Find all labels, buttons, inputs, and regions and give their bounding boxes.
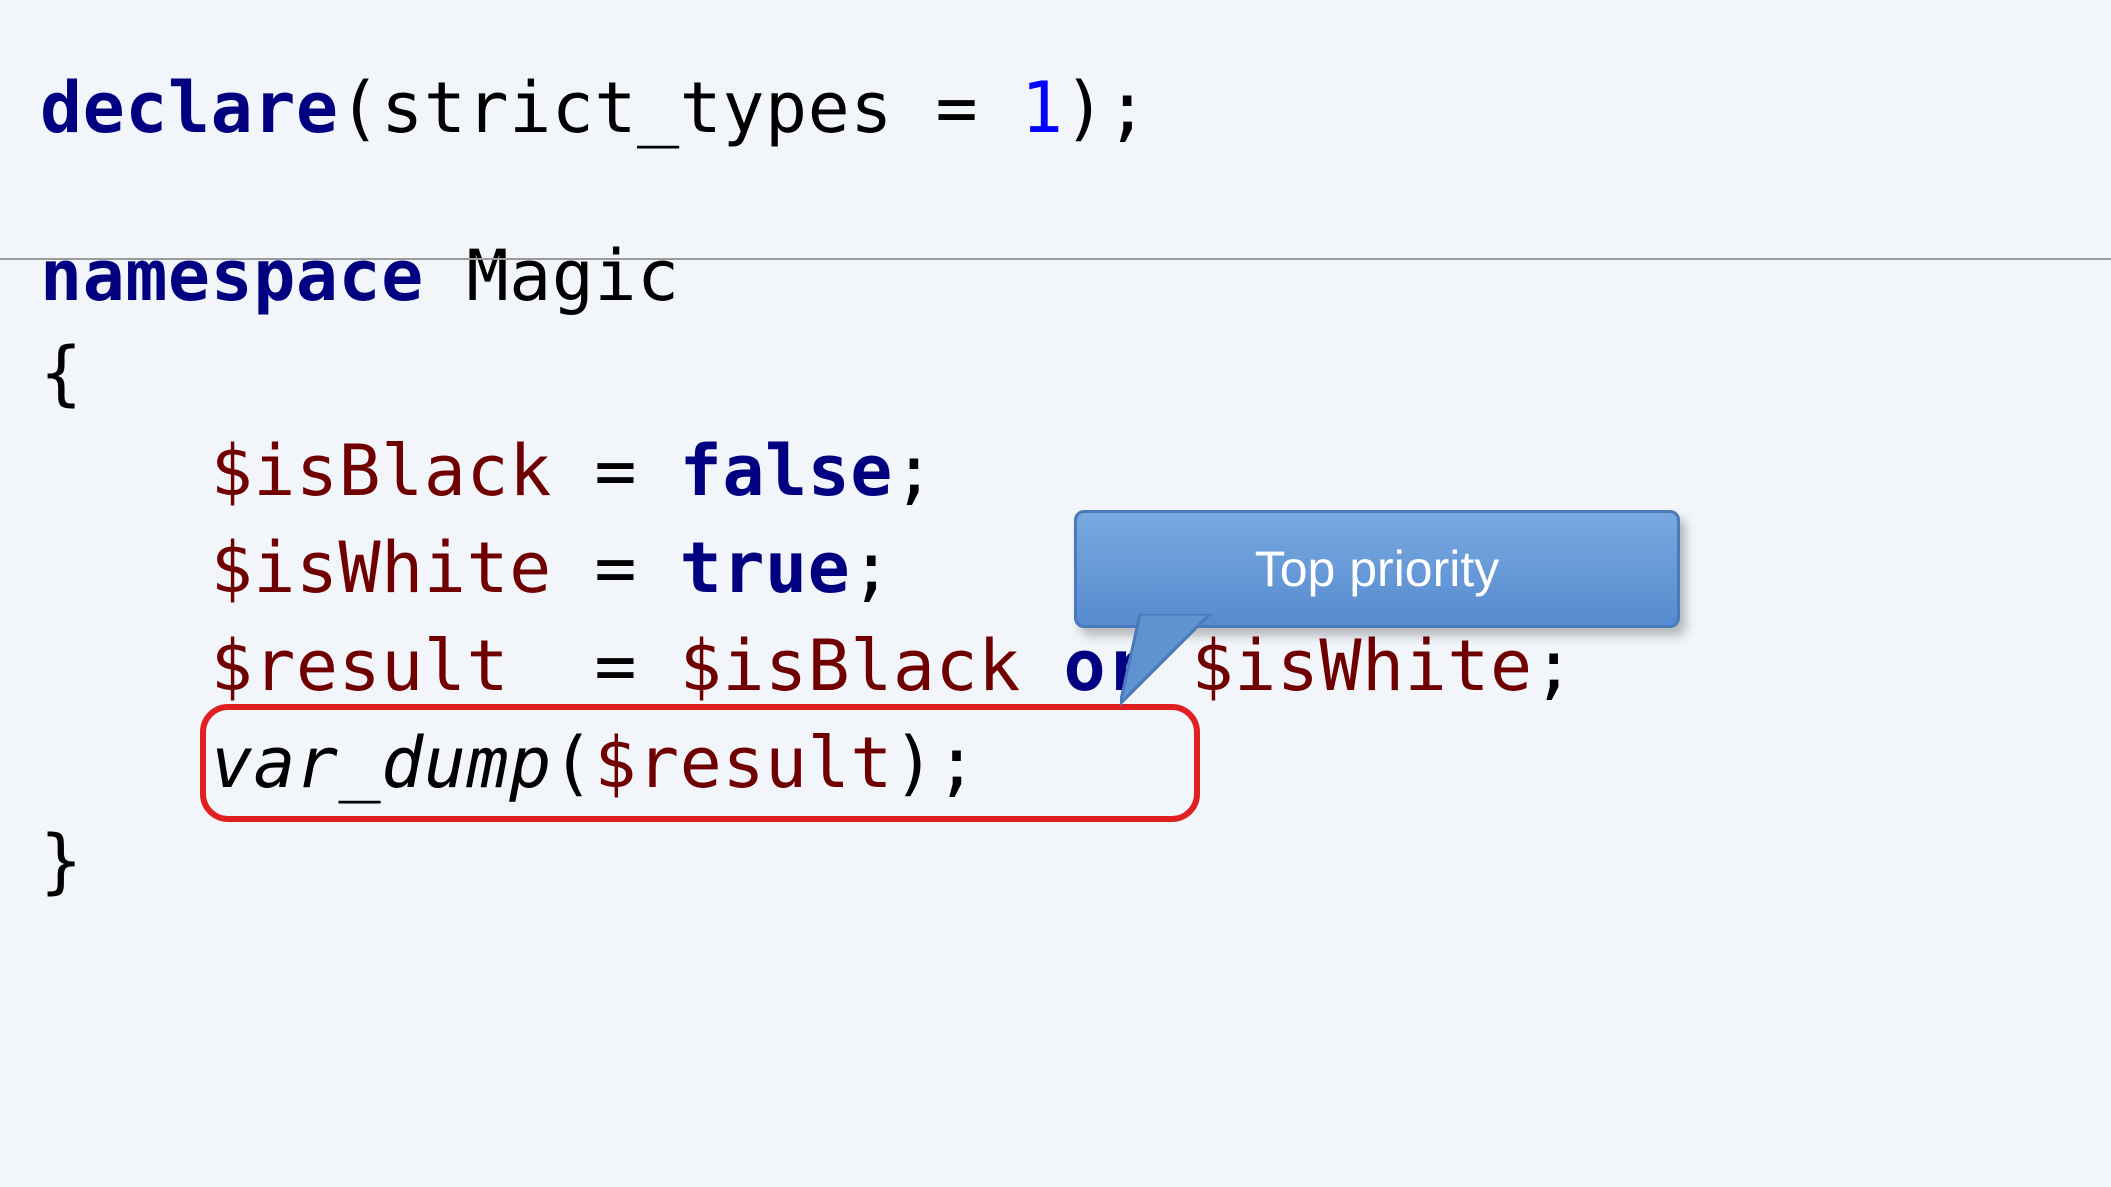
keyword-namespace: namespace [40, 235, 424, 317]
indent [40, 430, 211, 512]
namespace-name: Magic [424, 235, 680, 317]
var-result2: $result [594, 722, 893, 804]
var-isblack: $isBlack [211, 430, 552, 512]
var-isblack2: $isBlack [680, 625, 1021, 707]
literal-one: 1 [1021, 67, 1064, 149]
brace-open: { [40, 325, 2111, 423]
equals: = [552, 430, 680, 512]
callout-label: Top priority [1255, 540, 1500, 598]
slide: declare(strict_types = 1); namespace Mag… [0, 0, 2111, 1187]
brace-close: } [40, 813, 2111, 911]
fn-vardump: var_dump [211, 722, 552, 804]
code-line-isblack: $isBlack = false; [40, 423, 2111, 521]
spacer [40, 158, 2111, 228]
code-block: declare(strict_types = 1); namespace Mag… [0, 0, 2111, 910]
var-iswhite: $isWhite [211, 527, 552, 609]
var-iswhite2: $isWhite [1191, 625, 1532, 707]
keyword-declare: declare [40, 67, 339, 149]
paren-open: ( [339, 67, 382, 149]
paren-close-semi: ); [893, 722, 978, 804]
gap-equals: = [509, 625, 680, 707]
code-line-result: $result = $isBlack or $isWhite; [40, 618, 2111, 716]
indent [40, 722, 211, 804]
callout-bubble: Top priority [1074, 510, 1680, 628]
space [1021, 625, 1064, 707]
semicolon: ; [893, 430, 936, 512]
keyword-true: true [680, 527, 851, 609]
paren-close-semi: ); [1064, 67, 1149, 149]
keyword-false: false [680, 430, 893, 512]
horizontal-separator [0, 258, 2111, 260]
equals: = [893, 67, 1021, 149]
semicolon: ; [850, 527, 893, 609]
var-result: $result [211, 625, 510, 707]
indent [40, 527, 211, 609]
code-line-namespace: namespace Magic [40, 228, 2111, 326]
semicolon: ; [1533, 625, 1576, 707]
indent [40, 625, 211, 707]
code-line-declare: declare(strict_types = 1); [40, 60, 2111, 158]
paren-open: ( [552, 722, 595, 804]
callout-tail-icon [1120, 614, 1230, 714]
ident-strict-types: strict_types [381, 67, 893, 149]
equals: = [552, 527, 680, 609]
code-line-vardump: var_dump($result); [40, 715, 2111, 813]
